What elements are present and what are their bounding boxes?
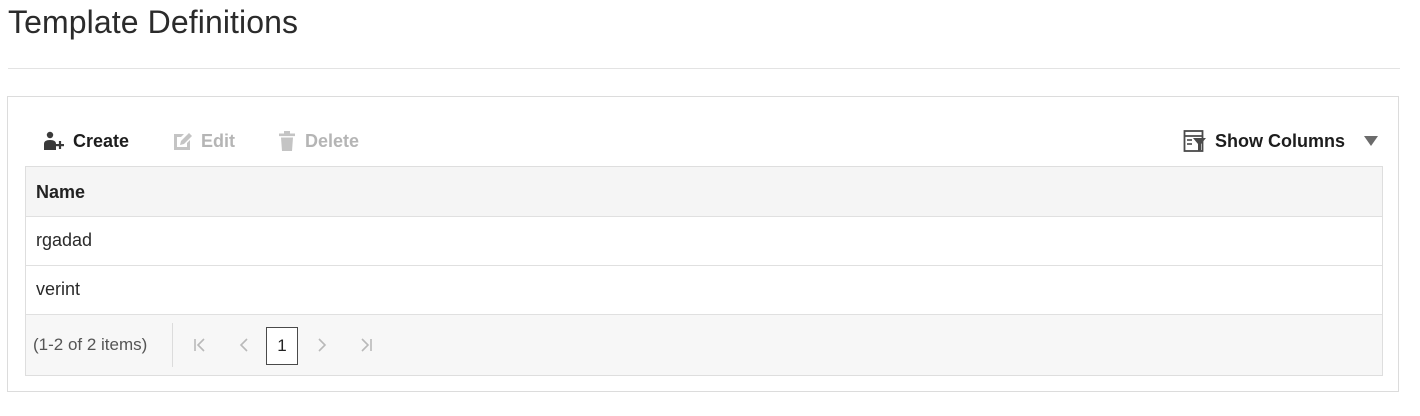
template-definitions-panel: Create Edit Delete Show Columns Name rga… <box>7 96 1399 392</box>
last-page-icon[interactable] <box>356 335 376 355</box>
previous-page-icon[interactable] <box>234 335 254 355</box>
columns-filter-icon <box>1183 129 1207 153</box>
pagination-summary: (1-2 of 2 items) <box>33 335 148 354</box>
pagination-bar: (1-2 of 2 items) 1 <box>26 315 1382 375</box>
create-button[interactable]: Create <box>41 125 129 157</box>
table-cell-name: rgadad <box>36 230 93 250</box>
template-table: Name rgadad verint (1-2 of 2 items) 1 <box>25 166 1383 376</box>
page-title: Template Definitions <box>8 4 299 40</box>
create-button-label: Create <box>73 130 130 151</box>
toolbar: Create Edit Delete Show Columns <box>8 125 1398 157</box>
pagination-divider <box>172 323 173 367</box>
show-columns-label: Show Columns <box>1215 130 1345 151</box>
next-page-icon[interactable] <box>312 335 332 355</box>
table-row[interactable]: rgadad <box>26 217 1382 266</box>
table-row[interactable]: verint <box>26 266 1382 315</box>
delete-button-label: Delete <box>305 130 360 151</box>
page-number-button[interactable]: 1 <box>266 327 298 365</box>
edit-button-label: Edit <box>201 130 235 151</box>
edit-button[interactable]: Edit <box>171 125 235 157</box>
trash-icon <box>277 130 297 152</box>
show-columns-button[interactable]: Show Columns <box>1183 125 1345 157</box>
column-header-name[interactable]: Name <box>36 182 85 203</box>
delete-button[interactable]: Delete <box>277 125 359 157</box>
title-divider <box>8 68 1400 69</box>
pencil-icon <box>171 130 193 152</box>
table-cell-name: verint <box>36 279 81 299</box>
add-user-icon <box>41 130 65 152</box>
first-page-icon[interactable] <box>190 335 210 355</box>
table-header: Name <box>26 167 1382 217</box>
caret-down-icon[interactable] <box>1364 134 1378 152</box>
